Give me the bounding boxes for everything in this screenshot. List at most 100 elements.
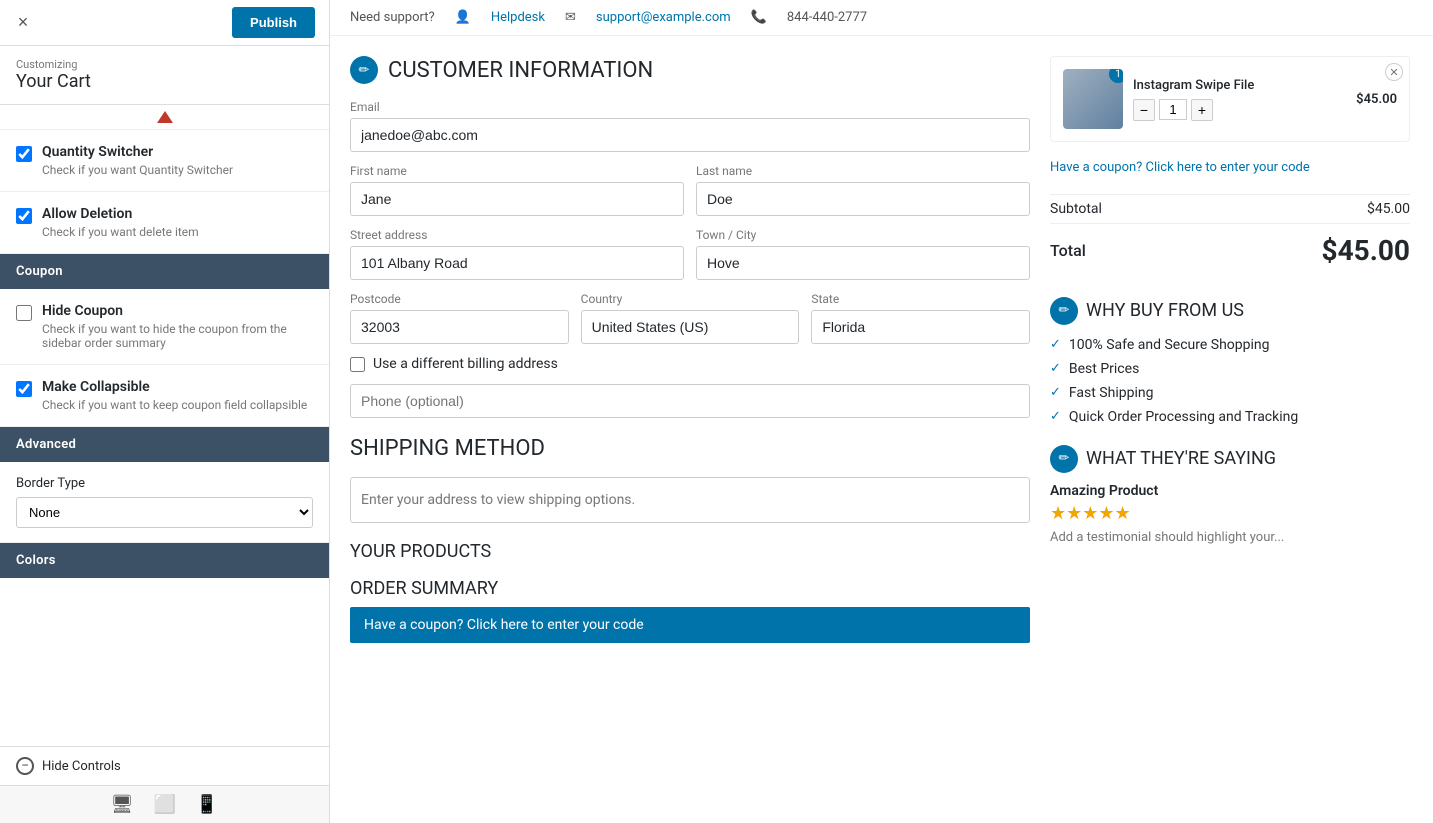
- tablet-icon[interactable]: ⬜: [154, 794, 176, 815]
- email-icon: ✉: [565, 10, 576, 25]
- hide-controls-row: − Hide Controls: [0, 746, 329, 785]
- email-label: Email: [350, 100, 1030, 114]
- checkout-area: ✏ CUSTOMER INFORMATION Email First name …: [330, 36, 1430, 663]
- city-label: Town / City: [696, 228, 1030, 242]
- phone-field-group: [350, 384, 1030, 418]
- address-row: Street address Town / City: [350, 228, 1030, 280]
- hide-controls-button[interactable]: −: [16, 757, 34, 775]
- why-item-4-text: Quick Order Processing and Tracking: [1069, 409, 1298, 425]
- customizing-label: Customizing: [16, 58, 313, 71]
- email-field-group: Email: [350, 100, 1030, 152]
- why-item-2-text: Best Prices: [1069, 361, 1139, 377]
- shipping-label: SHIPPING METHOD: [350, 436, 545, 461]
- panel-scroll-area[interactable]: Quantity Switcher Check if you want Quan…: [0, 130, 329, 746]
- why-item-3-text: Fast Shipping: [1069, 385, 1154, 401]
- subtotal-value: $45.00: [1367, 201, 1410, 217]
- last-name-label: Last name: [696, 164, 1030, 178]
- why-item-2: ✓ Best Prices: [1050, 361, 1410, 377]
- street-group: Street address: [350, 228, 684, 280]
- advanced-section-header: Advanced: [0, 427, 329, 462]
- check-icon-1: ✓: [1050, 337, 1061, 352]
- border-type-select[interactable]: None Solid Dashed Dotted Double: [16, 497, 313, 528]
- coupon-section-header: Coupon: [0, 254, 329, 289]
- customer-info-label: CUSTOMER INFORMATION: [388, 58, 653, 83]
- colors-section-header: Colors: [0, 543, 329, 578]
- country-label: Country: [581, 292, 800, 306]
- qty-increase-button[interactable]: +: [1191, 99, 1213, 121]
- allow-deletion-desc: Check if you want delete item: [42, 225, 199, 239]
- subtotal-row: Subtotal $45.00: [1050, 194, 1410, 223]
- close-button[interactable]: ×: [0, 0, 46, 46]
- total-label: Total: [1050, 241, 1086, 260]
- why-item-1-text: 100% Safe and Secure Shopping: [1069, 337, 1270, 353]
- product-name: Instagram Swipe File: [1133, 78, 1346, 93]
- city-group: Town / City: [696, 228, 1030, 280]
- border-type-label: Border Type: [16, 476, 313, 491]
- location-row: Postcode Country State: [350, 292, 1030, 344]
- phone-input[interactable]: [350, 384, 1030, 418]
- postcode-input[interactable]: [350, 310, 569, 344]
- customizing-header: Customizing Your Cart: [0, 46, 329, 105]
- top-bar: × Publish: [0, 0, 329, 46]
- mobile-icon[interactable]: 📱: [196, 794, 218, 815]
- qty-input[interactable]: [1159, 99, 1187, 120]
- last-name-input[interactable]: [696, 182, 1030, 216]
- checkout-left: ✏ CUSTOMER INFORMATION Email First name …: [350, 56, 1030, 643]
- product-price: $45.00: [1356, 92, 1397, 107]
- coupon-link[interactable]: Have a coupon? Click here to enter your …: [1050, 158, 1410, 178]
- product-card: 1 Instagram Swipe File − + $45.00 ✕: [1050, 56, 1410, 142]
- hide-controls-label: Hide Controls: [42, 759, 121, 774]
- street-label: Street address: [350, 228, 684, 242]
- publish-button[interactable]: Publish: [232, 7, 315, 38]
- first-name-label: First name: [350, 164, 684, 178]
- testimonial-stars: ★★★★★: [1050, 503, 1410, 524]
- state-input[interactable]: [811, 310, 1030, 344]
- hide-coupon-label: Hide Coupon: [42, 303, 313, 319]
- phone-number: 844-440-2777: [787, 10, 867, 25]
- email-input[interactable]: [350, 118, 1030, 152]
- support-bar: Need support? 👤 Helpdesk ✉ support@examp…: [330, 0, 1433, 36]
- order-summary-title: ORDER SUMMARY: [350, 578, 1030, 599]
- first-name-input[interactable]: [350, 182, 684, 216]
- helpdesk-icon: 👤: [455, 10, 471, 25]
- billing-address-checkbox[interactable]: [350, 357, 365, 372]
- support-email[interactable]: support@example.com: [596, 10, 731, 25]
- shipping-placeholder: Enter your address to view shipping opti…: [350, 477, 1030, 523]
- hide-coupon-checkbox[interactable]: [16, 305, 32, 321]
- check-icon-2: ✓: [1050, 361, 1061, 376]
- make-collapsible-desc: Check if you want to keep coupon field c…: [42, 398, 307, 412]
- city-input[interactable]: [696, 246, 1030, 280]
- qty-control: − +: [1133, 99, 1346, 121]
- customer-pencil-icon: ✏: [350, 56, 378, 84]
- checkout-right: 1 Instagram Swipe File − + $45.00 ✕ Have…: [1050, 56, 1410, 643]
- country-input[interactable]: [581, 310, 800, 344]
- country-group: Country: [581, 292, 800, 344]
- allow-deletion-label: Allow Deletion: [42, 206, 199, 222]
- state-label: State: [811, 292, 1030, 306]
- product-info: Instagram Swipe File − +: [1133, 78, 1346, 121]
- order-summary-coupon[interactable]: Have a coupon? Click here to enter your …: [350, 607, 1030, 643]
- remove-product-button[interactable]: ✕: [1385, 63, 1403, 81]
- testimonial-title-text: WHAT THEY'RE SAYING: [1086, 448, 1276, 469]
- make-collapsible-checkbox[interactable]: [16, 381, 32, 397]
- qty-decrease-button[interactable]: −: [1133, 99, 1155, 121]
- street-input[interactable]: [350, 246, 684, 280]
- allow-deletion-checkbox[interactable]: [16, 208, 32, 224]
- scroll-up-arrow: [157, 111, 173, 123]
- subtotal-label: Subtotal: [1050, 201, 1102, 217]
- desktop-icon[interactable]: 🖥: [111, 794, 134, 815]
- helpdesk-label[interactable]: Helpdesk: [491, 10, 545, 25]
- hide-coupon-desc: Check if you want to hide the coupon fro…: [42, 322, 313, 350]
- postcode-group: Postcode: [350, 292, 569, 344]
- hide-coupon-section: Hide Coupon Check if you want to hide th…: [0, 289, 329, 365]
- total-value: $45.00: [1322, 234, 1410, 267]
- check-icon-4: ✓: [1050, 409, 1061, 424]
- close-icon: ×: [18, 12, 29, 33]
- testimonial-name: Amazing Product: [1050, 483, 1410, 499]
- quantity-switcher-checkbox[interactable]: [16, 146, 32, 162]
- name-row: First name Last name: [350, 164, 1030, 216]
- quantity-switcher-section: Quantity Switcher Check if you want Quan…: [0, 130, 329, 192]
- check-icon-3: ✓: [1050, 385, 1061, 400]
- last-name-group: Last name: [696, 164, 1030, 216]
- why-title: ✏ WHY BUY FROM US: [1050, 297, 1410, 325]
